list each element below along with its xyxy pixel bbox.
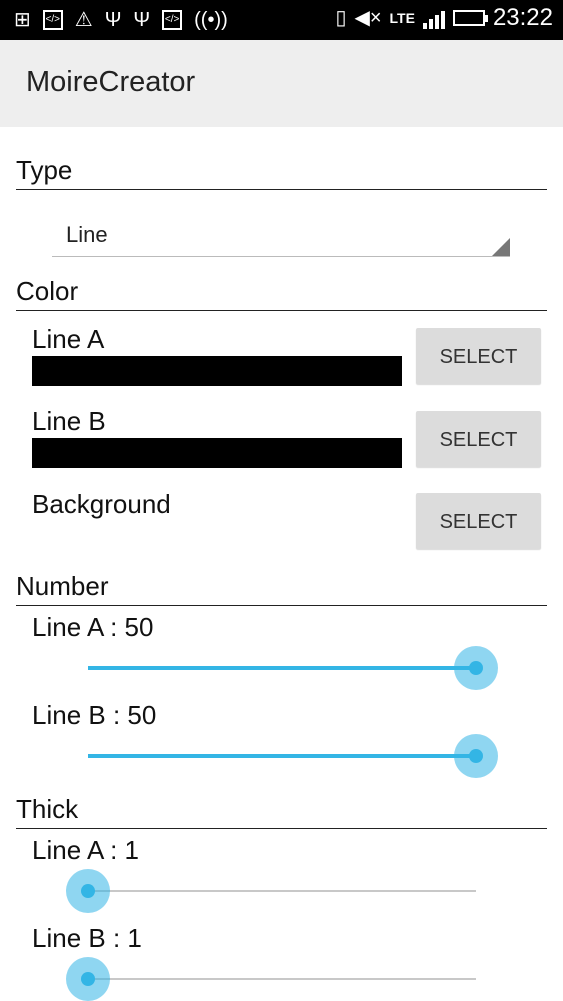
thick-line-a-label: Line A : 1 (32, 835, 139, 865)
slider-thumb[interactable] (66, 869, 110, 913)
warning-icon: ⚠ (74, 9, 93, 31)
line-b-select-button[interactable]: SELECT (416, 411, 541, 467)
slider-thumb[interactable] (454, 734, 498, 778)
slider-fill (88, 666, 476, 670)
section-number-header: Number (16, 571, 547, 606)
background-color-label: Background (32, 489, 171, 519)
line-b-color-label: Line B (32, 406, 106, 436)
thick-line-a-slider[interactable] (66, 869, 476, 913)
code-icon: </> (42, 10, 63, 30)
background-select-button[interactable]: SELECT (416, 493, 541, 549)
dropdown-arrow-icon (492, 238, 510, 256)
line-a-color-label: Line A (32, 324, 105, 354)
thick-line-b-slider[interactable] (66, 957, 476, 1001)
mute-icon: ◀× (354, 7, 382, 29)
hotspot-icon: ((•)) (194, 9, 228, 31)
type-spinner-value: Line (66, 222, 108, 247)
notification-add-icon: ⊞ (14, 9, 31, 31)
usb-icon: Ψ (133, 9, 151, 31)
phone-icon: ▯ (335, 7, 347, 29)
number-line-a-slider[interactable] (88, 646, 498, 690)
app-title: MoireCreator (26, 66, 196, 98)
type-spinner[interactable]: Line (52, 220, 510, 257)
signal-icon (422, 7, 445, 29)
network-type: LTE (389, 10, 415, 26)
number-line-b-slider[interactable] (88, 734, 498, 778)
thick-line-b-label: Line B : 1 (32, 923, 142, 953)
system-icons: ▯ ◀× LTE 23:22 (335, 4, 553, 32)
code-icon: </> (162, 10, 183, 30)
number-line-b-label: Line B : 50 (32, 700, 157, 730)
section-type-header: Type (16, 155, 547, 190)
battery-charging-icon (452, 10, 488, 26)
number-line-a-label: Line A : 50 (32, 612, 154, 642)
slider-fill (88, 754, 476, 758)
slider-thumb[interactable] (66, 957, 110, 1001)
slider-thumb[interactable] (454, 646, 498, 690)
action-bar: MoireCreator (0, 40, 563, 127)
section-color-header: Color (16, 276, 547, 311)
status-bar: ⊞ </> ⚠ Ψ Ψ </> ((•)) ▯ ◀× LTE 23:22 (0, 0, 563, 40)
line-b-color-swatch (32, 438, 402, 468)
status-time: 23:22 (492, 4, 553, 31)
usb-icon: Ψ (104, 9, 122, 31)
line-a-color-swatch (32, 356, 402, 386)
section-thick-header: Thick (16, 794, 547, 829)
line-a-select-button[interactable]: SELECT (416, 328, 541, 384)
notification-icons: ⊞ </> ⚠ Ψ Ψ </> ((•)) (14, 6, 228, 34)
